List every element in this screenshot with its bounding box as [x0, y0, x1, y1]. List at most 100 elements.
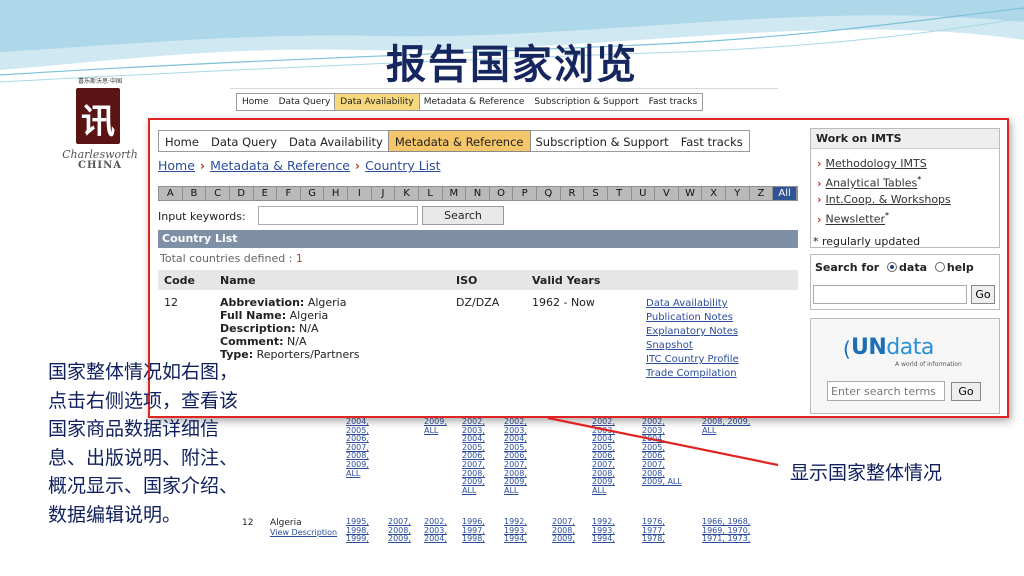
- letter-o[interactable]: O: [489, 187, 513, 200]
- letter-r[interactable]: R: [560, 187, 584, 200]
- nav-subscription-support[interactable]: Subscription & Support: [530, 131, 675, 151]
- bg-year-column[interactable]: 2002, 2003, 2004, 2005, 2006, 2007, 2008…: [592, 417, 615, 495]
- link-itc-country-profile[interactable]: ITC Country Profile: [646, 353, 739, 367]
- arrow-icon: ›: [817, 193, 822, 206]
- sidebar-go-button[interactable]: Go: [971, 285, 995, 304]
- nav-data-query[interactable]: Data Query: [205, 131, 283, 151]
- letter-d[interactable]: D: [229, 187, 253, 200]
- bg-nav-data-query[interactable]: Data Query: [274, 94, 336, 110]
- letter-y[interactable]: Y: [726, 187, 749, 200]
- description-key: Description:: [220, 322, 296, 335]
- breadcrumb-metadata[interactable]: Metadata & Reference: [210, 158, 350, 173]
- search-for-row: Search for data help: [815, 261, 974, 274]
- bg-nav-fast-tracks[interactable]: Fast tracks: [644, 94, 703, 110]
- comment-value: N/A: [287, 335, 307, 348]
- bg-year-column[interactable]: 2002, 2003, 2004, 2005, 2006, 2007, 2008…: [642, 417, 682, 487]
- letter-s[interactable]: S: [584, 187, 607, 200]
- bg-year-column[interactable]: 1996, 1997, 1998,: [462, 517, 485, 544]
- bg-year-column[interactable]: 2007, 2008, 2009,: [552, 517, 575, 544]
- letter-k[interactable]: K: [395, 187, 418, 200]
- total-countries: Total countries defined : 1: [160, 252, 303, 265]
- letter-all[interactable]: All: [773, 187, 796, 200]
- letter-n[interactable]: N: [466, 187, 489, 200]
- bg-year-column[interactable]: 1966, 1968, 1969, 1970, 1971, 1973,: [702, 517, 750, 544]
- bg-year-column[interactable]: 1992, 1993, 1994,: [592, 517, 615, 544]
- bg-nav-subscription[interactable]: Subscription & Support: [529, 94, 643, 110]
- bg-year-column[interactable]: 2008, 2009, ALL: [702, 417, 750, 435]
- sidebar-link-int-coop[interactable]: Int.Coop. & Workshops: [826, 193, 951, 206]
- table-header: Code Name ISO Valid Years: [158, 270, 798, 290]
- letter-b[interactable]: B: [182, 187, 206, 200]
- sidebar-item-methodology[interactable]: › Methodology IMTS: [817, 157, 927, 170]
- letter-t[interactable]: T: [607, 187, 631, 200]
- nav-home[interactable]: Home: [159, 131, 205, 151]
- fullname-value: Algeria: [289, 309, 329, 322]
- letter-v[interactable]: V: [655, 187, 678, 200]
- undata-logo[interactable]: UNdata: [851, 335, 934, 360]
- arrow-icon: ›: [817, 212, 822, 226]
- letter-j[interactable]: J: [371, 187, 395, 200]
- sidebar-item-newsletter[interactable]: › Newsletter*: [817, 211, 889, 226]
- sidebar-item-int-coop[interactable]: › Int.Coop. & Workshops: [817, 193, 951, 206]
- bg-year-column[interactable]: 2002, 2003, 2004, 2005, 2006, 2007, 2008…: [462, 417, 485, 495]
- letter-f[interactable]: F: [277, 187, 300, 200]
- letter-m[interactable]: M: [442, 187, 466, 200]
- letter-g[interactable]: G: [300, 187, 324, 200]
- bg-year-column[interactable]: 2002, 2003, 2004,: [424, 517, 447, 544]
- link-trade-compilation[interactable]: Trade Compilation: [646, 367, 739, 381]
- letter-l[interactable]: L: [418, 187, 442, 200]
- sidebar-link-methodology[interactable]: Methodology IMTS: [826, 157, 927, 170]
- undata-logo-data: data: [886, 335, 934, 360]
- bg-row-view-description-link[interactable]: View Description: [270, 528, 337, 537]
- letter-w[interactable]: W: [678, 187, 702, 200]
- sidebar-link-newsletter[interactable]: Newsletter: [826, 213, 885, 226]
- radio-data[interactable]: [887, 262, 898, 272]
- letter-x[interactable]: X: [702, 187, 725, 200]
- sidebar-search-input[interactable]: [813, 285, 967, 304]
- bg-year-column[interactable]: 1992, 1993, 1994,: [504, 517, 527, 544]
- letter-h[interactable]: H: [324, 187, 347, 200]
- nav-metadata-reference[interactable]: Metadata & Reference: [387, 130, 531, 152]
- asterisk-mark: *: [917, 175, 922, 184]
- bg-table-row: 12 Algeria View Description 1995, 1998, …: [230, 514, 770, 550]
- bg-year-column[interactable]: 2002, 2003, 2004, 2005, 2006, 2007, 2008…: [504, 417, 527, 495]
- letter-e[interactable]: E: [253, 187, 277, 200]
- keywords-label: Input keywords:: [158, 210, 246, 223]
- link-publication-notes[interactable]: Publication Notes: [646, 311, 739, 325]
- letter-u[interactable]: U: [631, 187, 655, 200]
- undata-go-button[interactable]: Go: [951, 382, 981, 401]
- link-data-availability[interactable]: Data Availability: [646, 297, 739, 311]
- letter-i[interactable]: I: [348, 187, 371, 200]
- link-explanatory-notes[interactable]: Explanatory Notes: [646, 325, 739, 339]
- search-button[interactable]: Search: [422, 206, 504, 225]
- left-annotation: 国家整体情况如右图，点击右侧选项，查看该国家商品数据详细信息、出版说明、附注、概…: [48, 361, 239, 526]
- bg-year-column[interactable]: 2007, 2008, 2009,: [388, 517, 411, 544]
- bg-year-column[interactable]: 1995, 1998, 1999,: [346, 517, 369, 544]
- bg-nav-home[interactable]: Home: [237, 94, 274, 110]
- breadcrumb: Home › Metadata & Reference › Country List: [158, 158, 441, 173]
- link-snapshot[interactable]: Snapshot: [646, 339, 739, 353]
- breadcrumb-separator-icon: ›: [354, 158, 361, 173]
- bg-nav-data-availability[interactable]: Data Availability: [334, 93, 420, 111]
- nav-data-availability[interactable]: Data Availability: [283, 131, 389, 151]
- letter-p[interactable]: P: [513, 187, 536, 200]
- radio-help[interactable]: [934, 262, 945, 272]
- bg-year-column[interactable]: 1976, 1977, 1978,: [642, 517, 665, 544]
- sidebar-link-analytical-tables[interactable]: Analytical Tables: [826, 177, 918, 190]
- bg-year-column[interactable]: 2009, ALL: [424, 417, 447, 435]
- undata-search-input[interactable]: Enter search terms: [827, 381, 945, 401]
- search-for-box: Search for data help Go: [810, 254, 1000, 310]
- slide-title: 报告国家浏览: [386, 41, 638, 88]
- letter-q[interactable]: Q: [537, 187, 560, 200]
- keywords-input[interactable]: [258, 206, 418, 225]
- letter-a[interactable]: A: [159, 187, 182, 200]
- breadcrumb-home[interactable]: Home: [158, 158, 195, 173]
- letter-z[interactable]: Z: [749, 187, 773, 200]
- bg-year-column[interactable]: 2004, 2005, 2006, 2007, 2008, 2009, ALL: [346, 417, 369, 478]
- letter-c[interactable]: C: [206, 187, 229, 200]
- nav-fast-tracks[interactable]: Fast tracks: [675, 131, 749, 151]
- sidebar-item-analytical-tables[interactable]: › Analytical Tables*: [817, 175, 921, 190]
- breadcrumb-country-list[interactable]: Country List: [365, 158, 440, 173]
- radio-data-label: data: [899, 261, 928, 274]
- bg-nav-metadata[interactable]: Metadata & Reference: [419, 94, 530, 110]
